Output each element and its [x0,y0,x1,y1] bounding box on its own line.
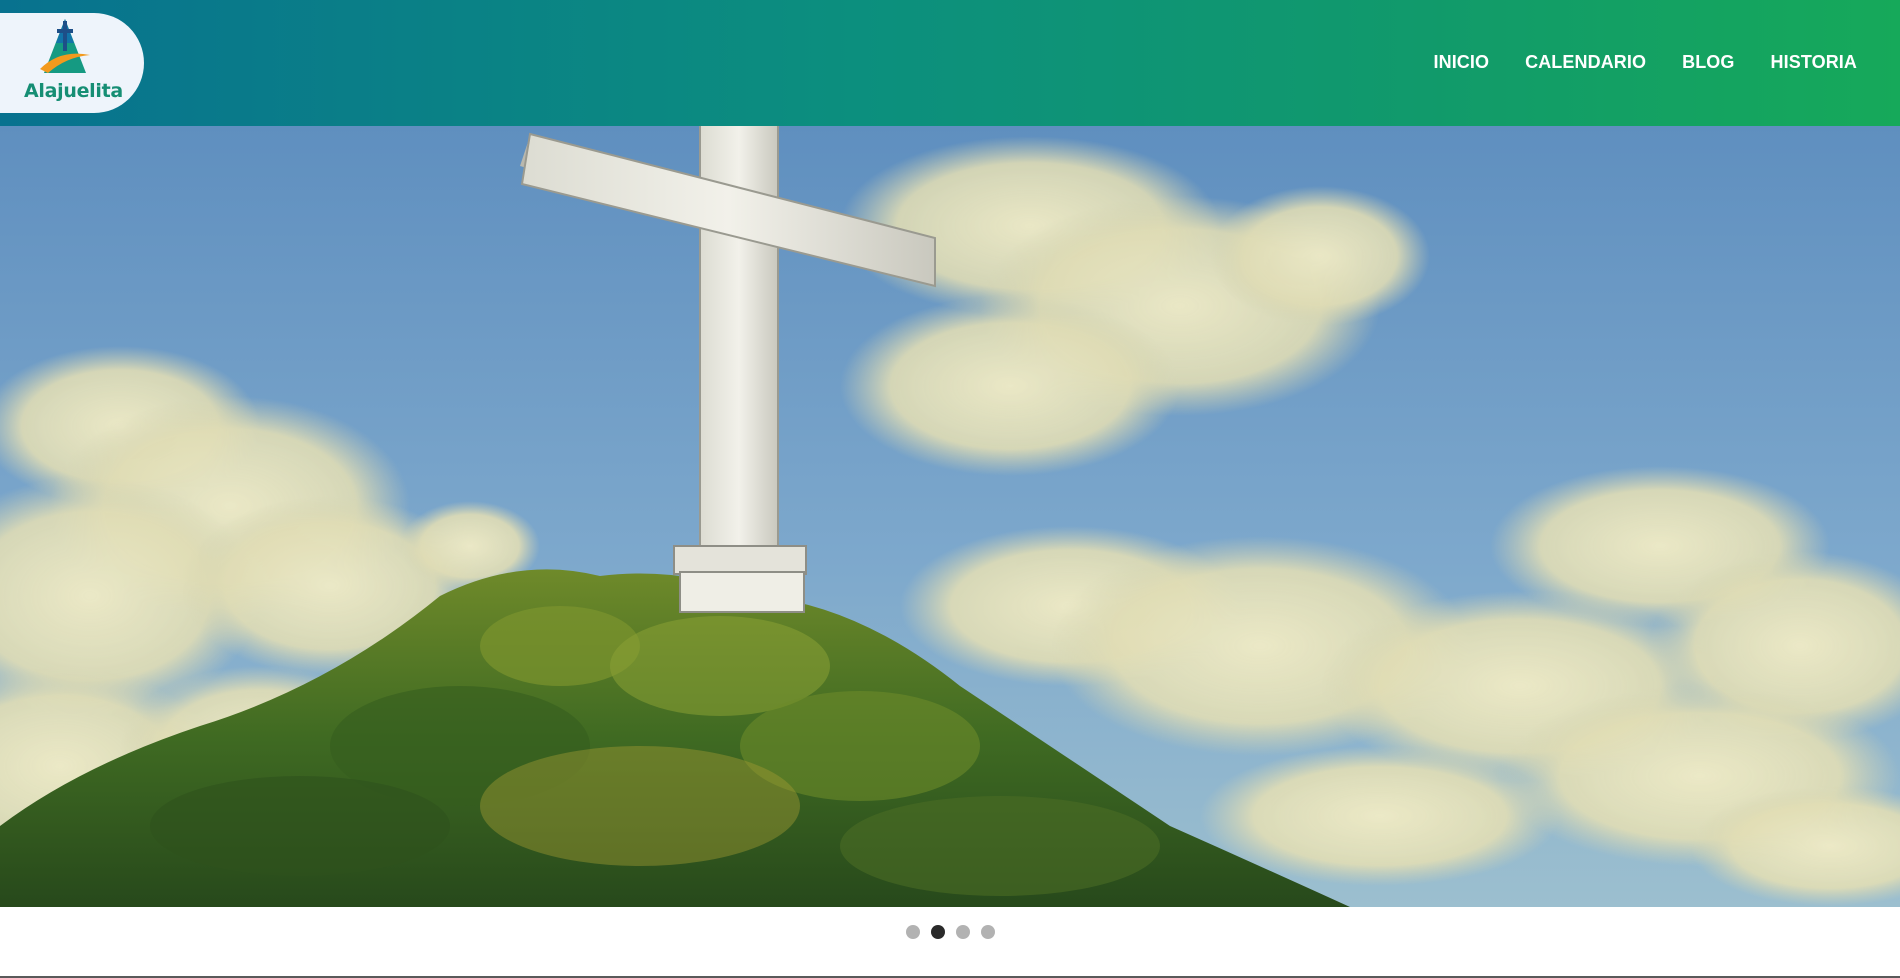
logo-text: Alajuelita [24,80,123,102]
alajuelita-cross-logo-icon [40,19,90,73]
carousel-indicators [906,925,995,939]
carousel-dot-3[interactable] [956,925,970,939]
nav-item-inicio[interactable]: INICIO [1434,52,1490,73]
carousel-dot-4[interactable] [981,925,995,939]
hero-slide-image [0,126,1900,907]
hero-carousel [0,126,1900,907]
nav-item-historia[interactable]: HISTORIA [1771,52,1857,73]
site-header: Alajuelita INICIO CALENDARIO BLOG HISTOR… [0,0,1900,126]
main-nav: INICIO CALENDARIO BLOG HISTORIA [1434,52,1858,73]
nav-item-calendario[interactable]: CALENDARIO [1525,52,1646,73]
site-logo[interactable]: Alajuelita [0,13,144,113]
nav-item-blog[interactable]: BLOG [1682,52,1734,73]
carousel-dot-2[interactable] [931,925,945,939]
carousel-dot-1[interactable] [906,925,920,939]
